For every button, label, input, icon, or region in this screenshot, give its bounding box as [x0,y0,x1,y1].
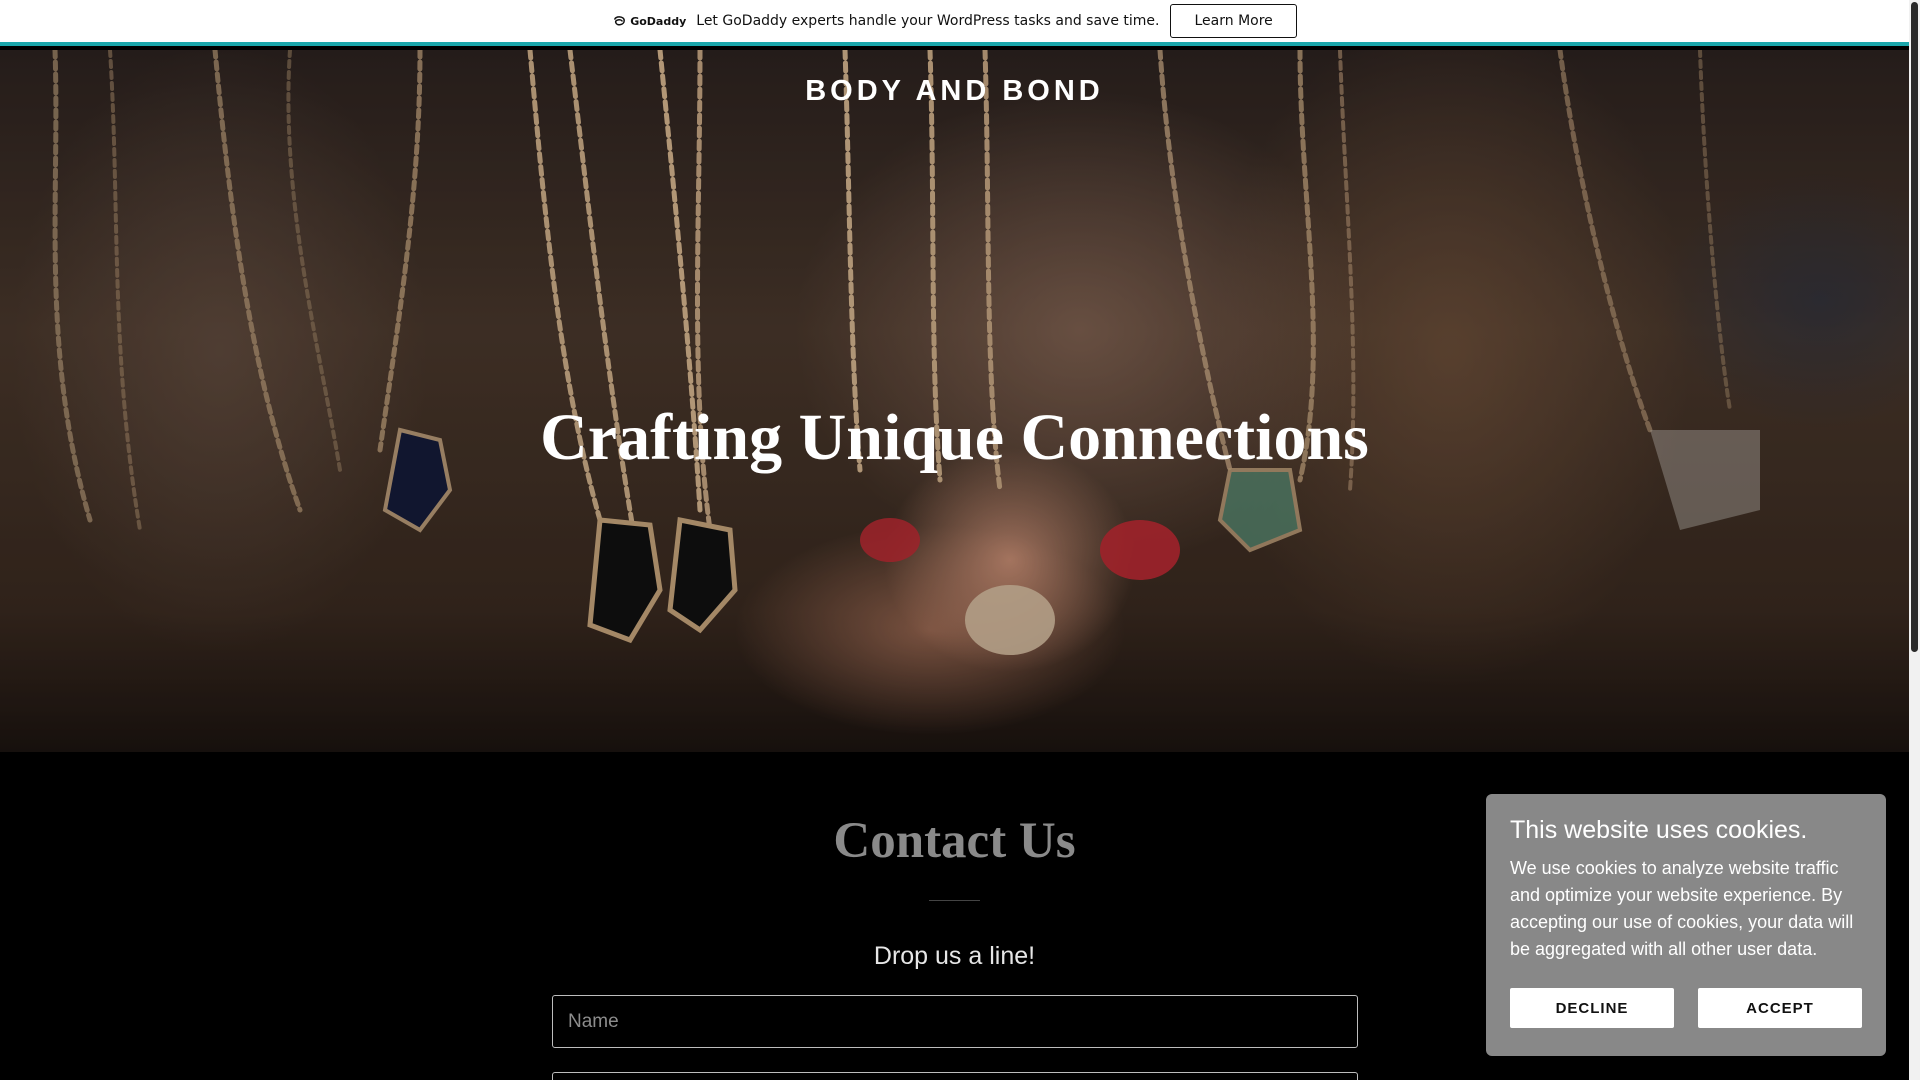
godaddy-logo-icon [614,15,626,25]
page-scrollbar[interactable] [1909,0,1920,1080]
accept-button[interactable]: ACCEPT [1698,988,1862,1028]
cookie-text: We use cookies to analyze website traffi… [1510,858,1854,959]
godaddy-promo-bar: GoDaddy Let GoDaddy experts handle your … [0,0,1909,46]
email-input[interactable] [552,1072,1358,1080]
godaddy-logo-text: GoDaddy [630,14,687,28]
cookie-actions: DECLINE ACCEPT [1510,988,1862,1028]
decline-button[interactable]: DECLINE [1510,988,1674,1028]
scrollbar-thumb[interactable] [1911,2,1918,652]
promo-message: Let GoDaddy experts handle your WordPres… [696,13,1160,29]
learn-more-button[interactable]: Learn More [1170,4,1297,38]
hero-section: BODY AND BOND Crafting Unique Connection… [0,50,1909,752]
cookie-title: This website uses cookies. [1510,816,1808,844]
name-input[interactable] [552,995,1358,1048]
section-divider [929,900,980,901]
godaddy-logo: GoDaddy [612,14,686,29]
site-title[interactable]: BODY AND BOND [0,75,1909,108]
hero-heading: Crafting Unique Connections [540,401,1369,474]
cookie-banner: This website uses cookies. We use cookie… [1486,794,1886,1056]
